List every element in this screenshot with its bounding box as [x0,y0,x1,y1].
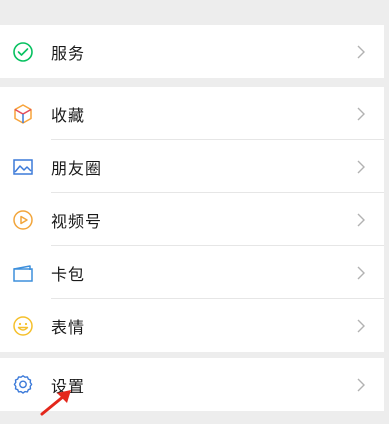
menu-item-label: 卡包 [51,264,86,284]
chevron-right-icon [357,107,365,120]
sticker-smiley-icon [12,315,34,337]
channels-play-icon [12,209,34,231]
menu-item-channels[interactable]: 视频号 [0,193,384,246]
chevron-right-icon [357,45,365,58]
red-arrow-icon [40,390,71,416]
menu-item-favorites[interactable]: 收藏 [0,87,384,140]
menu-item-label: 朋友圈 [51,158,103,178]
menu-item-label: 收藏 [51,105,86,125]
service-icon [12,41,34,63]
menu-item-label: 视频号 [51,211,103,231]
group-services: 服务 [0,25,384,78]
menu-item-label: 表情 [51,317,86,337]
chevron-right-icon [357,160,365,173]
group-main: 收藏 朋友圈 视频号 卡包 表情 [0,87,384,352]
favorites-cube-icon [12,103,34,125]
chevron-right-icon [357,213,365,226]
menu-item-card-wallet[interactable]: 卡包 [0,246,384,299]
menu-item-services[interactable]: 服务 [0,25,384,78]
chevron-right-icon [357,319,365,332]
menu-item-moments[interactable]: 朋友圈 [0,140,384,193]
chevron-right-icon [357,378,365,391]
settings-gear-icon [12,374,34,396]
menu-item-label: 服务 [51,43,86,63]
menu-item-stickers[interactable]: 表情 [0,299,384,352]
card-wallet-icon [12,262,34,284]
chevron-right-icon [357,266,365,279]
moments-picture-icon [12,156,34,178]
